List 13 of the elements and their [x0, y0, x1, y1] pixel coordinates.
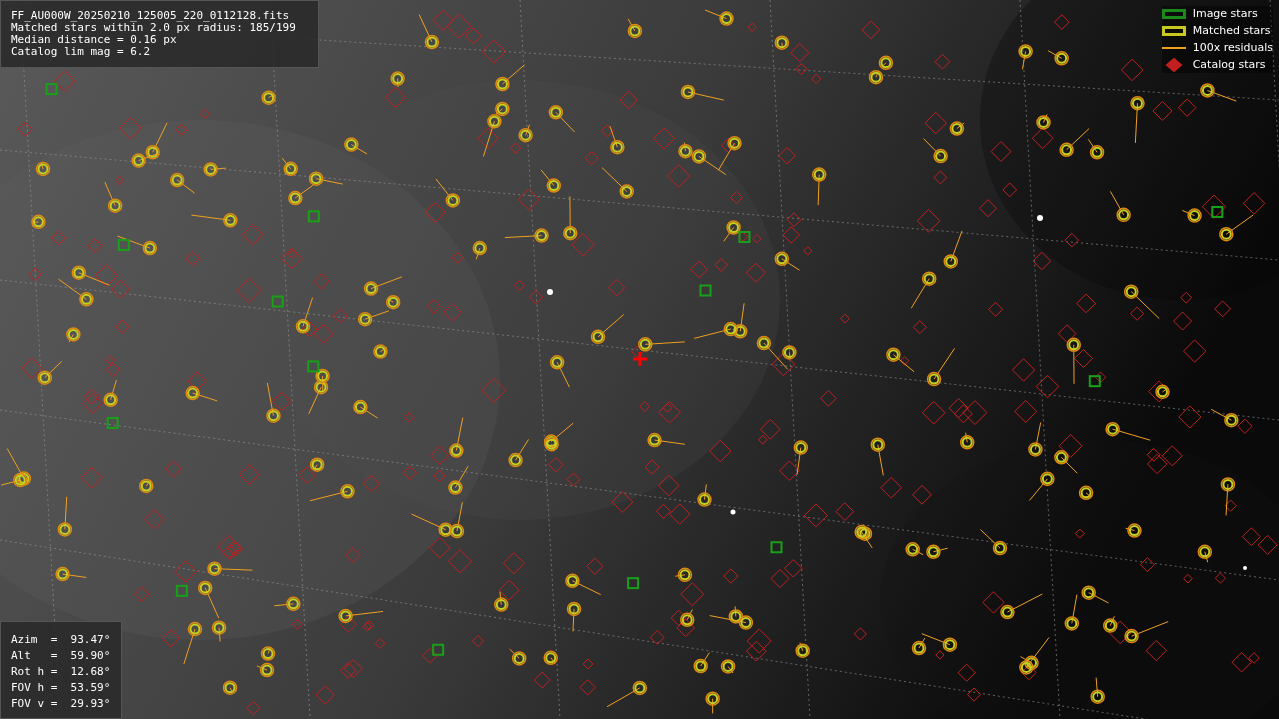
info-text: Median distance = 0.16 px [11, 34, 178, 46]
pointing-text: Alt = 59.90° [11, 648, 112, 664]
pointing-text: Azim = 93.47° [11, 632, 112, 648]
info-text: FF_AU000W_20250210_125005_220_0112128.fits [11, 10, 291, 22]
legend-label: 100x residuals [1192, 39, 1273, 56]
legend-label: Matched stars [1192, 22, 1271, 39]
pointing-text: FOV v = 29.93° [11, 696, 112, 712]
legend-label: Catalog stars [1192, 56, 1266, 73]
legend-label: Image stars [1192, 5, 1258, 22]
pointing-text: Rot h = 12.68° [11, 664, 112, 680]
info-text: Matched stars within 2.0 px radius: 185/199 [11, 22, 297, 34]
info-text: Catalog lim mag = 6.2 [11, 46, 152, 58]
pointing-text: FOV h = 53.59° [11, 680, 112, 696]
